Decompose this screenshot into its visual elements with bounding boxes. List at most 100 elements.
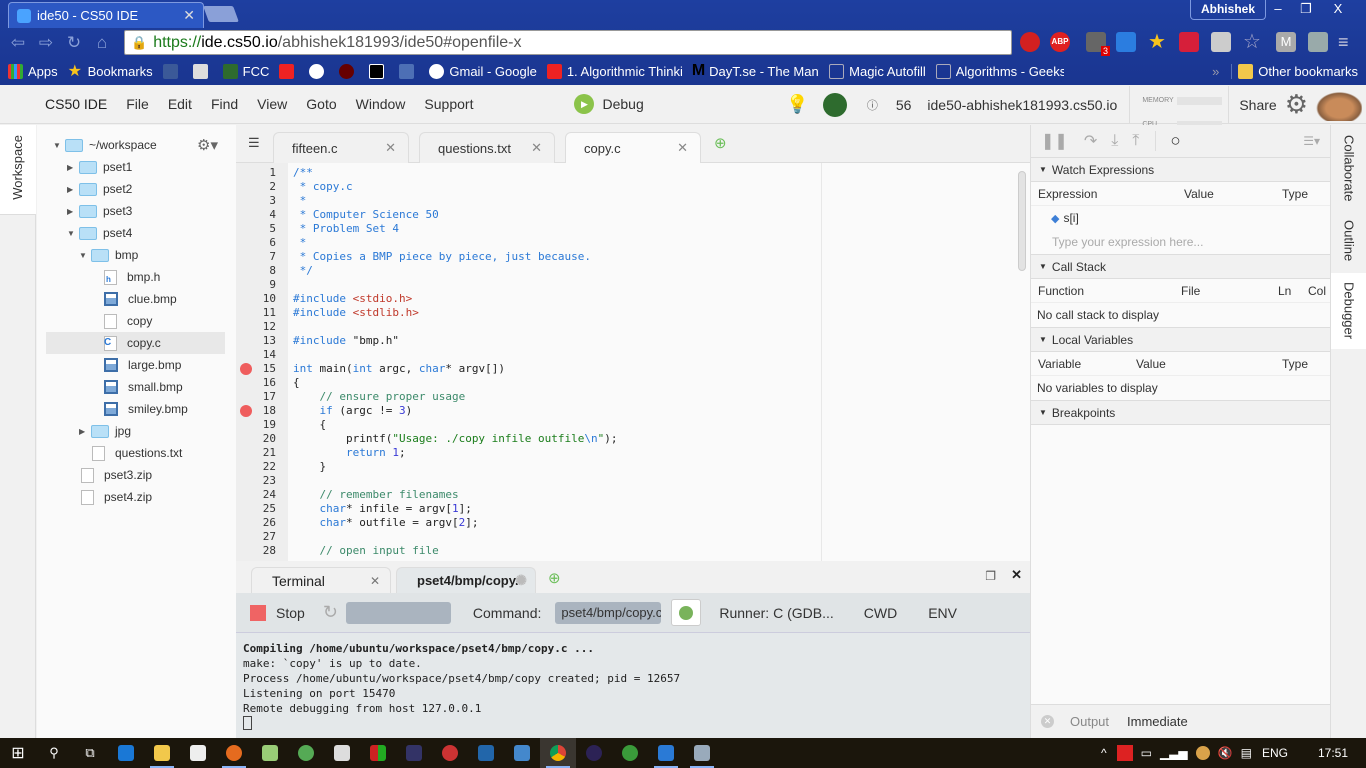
gear-icon[interactable]: ⚙: [1285, 89, 1308, 120]
cwd-button[interactable]: CWD: [864, 605, 897, 621]
editor-scrollbar[interactable]: [1018, 171, 1026, 271]
search-button[interactable]: ⚲: [36, 738, 72, 768]
code-line[interactable]: int main(int argc, char* argv[]): [293, 362, 505, 375]
code-line[interactable]: * Problem Set 4: [293, 222, 399, 235]
close-window-icon[interactable]: X: [1320, 0, 1356, 20]
close-circle-icon[interactable]: ✕: [1041, 715, 1054, 728]
line-number[interactable]: 13: [246, 334, 276, 347]
start-button[interactable]: ⊞: [0, 738, 36, 768]
code-line[interactable]: char* outfile = argv[2];: [293, 516, 479, 529]
adblock-extension-icon[interactable]: [1020, 32, 1040, 52]
line-number[interactable]: 16: [246, 376, 276, 389]
step-into-icon[interactable]: ⤓: [1111, 132, 1118, 150]
code-line[interactable]: *: [293, 194, 307, 207]
close-tab-icon[interactable]: ✕: [385, 140, 396, 156]
grey-extension-icon[interactable]: [1211, 32, 1231, 52]
line-number[interactable]: 3: [246, 194, 276, 207]
line-number[interactable]: 24: [246, 488, 276, 501]
taskbar-explorer[interactable]: [144, 738, 180, 768]
taskbar-app1[interactable]: [252, 738, 288, 768]
taskbar-app2[interactable]: [288, 738, 324, 768]
menu-edit[interactable]: Edit: [168, 96, 192, 112]
bookmark-youtube[interactable]: [279, 63, 299, 79]
code-line[interactable]: #include <stdlib.h>: [293, 306, 419, 319]
user-avatar-icon[interactable]: [822, 92, 847, 117]
pause-icon[interactable]: ❚❚: [1041, 131, 1068, 151]
line-number[interactable]: 12: [246, 320, 276, 333]
debugger-tab[interactable]: Debugger: [1331, 273, 1366, 349]
code-line[interactable]: *: [293, 236, 307, 249]
abp-extension-icon[interactable]: ABP: [1050, 32, 1070, 52]
editor-tab-questions-txt[interactable]: questions.txt ✕: [419, 132, 555, 163]
line-number[interactable]: 22: [246, 460, 276, 473]
maximize-panel-icon[interactable]: ❐: [985, 569, 996, 583]
line-number[interactable]: 27: [246, 530, 276, 543]
line-number[interactable]: 6: [246, 236, 276, 249]
bookmark-google[interactable]: [309, 63, 329, 79]
watch-expression-input[interactable]: Type your expression here...: [1031, 230, 1330, 254]
close-tab-icon[interactable]: ✕: [531, 140, 542, 156]
taskbar-store[interactable]: [180, 738, 216, 768]
bookmark-apps[interactable]: Apps: [8, 63, 58, 79]
env-button[interactable]: ENV: [928, 605, 957, 621]
breakpoints-header[interactable]: ▼ Breakpoints: [1031, 400, 1330, 425]
code-line[interactable]: if (argc != 3): [293, 404, 413, 417]
line-number[interactable]: 23: [246, 474, 276, 487]
restore-icon[interactable]: ❐: [1292, 0, 1320, 20]
output-tab[interactable]: Output: [1070, 714, 1109, 729]
close-tab-icon[interactable]: ✕: [370, 574, 380, 588]
taskbar-app5[interactable]: [504, 738, 540, 768]
tree-item-pset2[interactable]: ▶ pset2: [67, 178, 247, 200]
taskbar-eclipse[interactable]: [576, 738, 612, 768]
tree-item-jpg[interactable]: ▶ jpg: [79, 420, 259, 442]
code-line[interactable]: /**: [293, 166, 313, 179]
taskbar-edge[interactable]: [108, 738, 144, 768]
taskbar-python[interactable]: [324, 738, 360, 768]
expand-arrow-icon[interactable]: ▶: [67, 185, 79, 194]
code-line[interactable]: return 1;: [293, 446, 406, 459]
code-line[interactable]: #include "bmp.h": [293, 334, 399, 347]
menu-find[interactable]: Find: [211, 96, 238, 112]
browser-tab[interactable]: ide50 - CS50 IDE ✕: [8, 2, 204, 28]
clock[interactable]: 17:51: [1318, 746, 1348, 760]
line-number[interactable]: 17: [246, 390, 276, 403]
line-number[interactable]: 8: [246, 264, 276, 277]
collapse-arrow-icon[interactable]: ▼: [79, 251, 91, 260]
language-indicator[interactable]: ENG: [1262, 746, 1288, 760]
taskbar-devcpp[interactable]: [396, 738, 432, 768]
step-over-icon[interactable]: ↷: [1084, 131, 1097, 151]
gutter[interactable]: 1 2 3 4 5 6 7 8 9 10 11 12 13 14 15 16 17 18 19 20 21 22 23 24 2…: [236, 163, 288, 561]
watch-item[interactable]: ◆ s[i]: [1031, 206, 1330, 230]
bookmark-facebook[interactable]: [162, 63, 183, 79]
taskbar-ccleaner[interactable]: [432, 738, 468, 768]
share-button[interactable]: Share: [1239, 97, 1276, 113]
tree-settings-gear-icon[interactable]: ⚙▾: [197, 136, 218, 154]
debug-button[interactable]: ▶ Debug: [574, 94, 644, 114]
line-number[interactable]: 2: [246, 180, 276, 193]
taskbar-settings[interactable]: [648, 738, 684, 768]
stop-icon[interactable]: [250, 604, 266, 621]
show-hidden-icons[interactable]: ^: [1101, 746, 1107, 760]
taskbar-app3[interactable]: [360, 738, 396, 768]
code-area[interactable]: 1 2 3 4 5 6 7 8 9 10 11 12 13 14 15 16 17 18 19 20 21 22 23 24 2…: [236, 163, 1030, 561]
bookmark-algorithmic[interactable]: 1. Algorithmic Thinkin: [546, 63, 682, 79]
restart-icon[interactable]: ↻: [323, 602, 338, 623]
collapse-arrow-icon[interactable]: ▼: [67, 229, 79, 238]
run-config-input[interactable]: [345, 601, 451, 624]
lightbulb-icon[interactable]: 💡: [786, 94, 808, 115]
code-line[interactable]: printf("Usage: ./copy infile outfile\n")…: [293, 432, 618, 445]
m-extension-icon[interactable]: M: [1276, 32, 1296, 52]
minimize-icon[interactable]: ‒: [1264, 0, 1292, 20]
local-variables-header[interactable]: ▼ Local Variables: [1031, 327, 1330, 352]
code-line[interactable]: {: [293, 376, 300, 389]
network-icon[interactable]: ▁▃▅: [1160, 746, 1188, 760]
terminal-output[interactable]: Compiling /home/ubuntu/workspace/pset4/b…: [243, 641, 680, 734]
code-line[interactable]: }: [293, 460, 326, 473]
expand-arrow-icon[interactable]: ▶: [67, 163, 79, 172]
bookmark-bookmarks[interactable]: ★ Bookmarks: [68, 63, 153, 79]
workspace-tab[interactable]: Workspace: [0, 125, 36, 215]
bookmark-fcc[interactable]: FCC: [222, 63, 269, 79]
watch-expressions-header[interactable]: ▼ Watch Expressions: [1031, 157, 1330, 182]
stop-button[interactable]: Stop: [276, 605, 305, 621]
info-icon[interactable]: ⓘ: [867, 97, 878, 113]
